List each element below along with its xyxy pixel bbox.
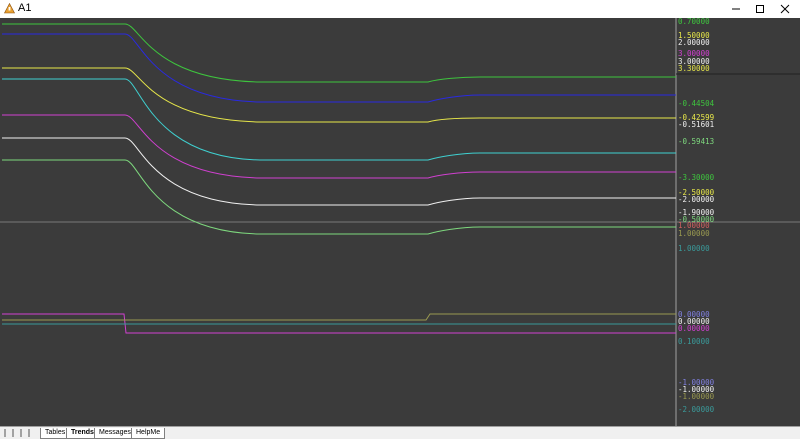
minimize-icon bbox=[732, 8, 740, 10]
axis-value-label: 0.00000 bbox=[678, 324, 710, 333]
axis-value-label: -0.44504 bbox=[678, 99, 715, 108]
axis-value-label: -0.59413 bbox=[678, 137, 715, 146]
axis-value-label: 3.30000 bbox=[678, 64, 710, 73]
trend-line bbox=[2, 78, 676, 161]
axis-value-label: -2.00000 bbox=[678, 405, 715, 414]
axis-value-label: 0.70000 bbox=[678, 17, 710, 26]
maximize-icon bbox=[756, 5, 764, 13]
axis-value-label: -1.00000 bbox=[678, 392, 715, 401]
close-button[interactable] bbox=[772, 0, 798, 18]
next-tab-icon[interactable] bbox=[20, 429, 26, 437]
trend-line bbox=[2, 114, 676, 179]
axis-value-label: -0.51601 bbox=[678, 120, 715, 129]
close-icon bbox=[780, 4, 790, 14]
trend-plot-area[interactable]: 0.70000 1.50000 2.00000 3.00000 3.00000 3.300… bbox=[0, 18, 800, 426]
axis-value-label: 1.00000 bbox=[678, 244, 710, 253]
axis-value-label: 2.00000 bbox=[678, 38, 710, 47]
series-group bbox=[2, 23, 676, 235]
tab-helpme[interactable]: HelpMe bbox=[131, 428, 166, 439]
maximize-button[interactable] bbox=[747, 0, 773, 18]
aux-traces bbox=[2, 313, 676, 334]
trend-line bbox=[2, 23, 676, 83]
digital-trace bbox=[2, 313, 676, 321]
axis-value-label: -3.30000 bbox=[678, 173, 715, 182]
trend-line bbox=[2, 159, 676, 235]
app-icon bbox=[4, 3, 15, 14]
first-tab-icon[interactable] bbox=[4, 429, 10, 437]
window-title: A1 bbox=[18, 2, 32, 14]
axis-value-label: -2.00000 bbox=[678, 195, 715, 204]
tab-messages[interactable]: Messages bbox=[94, 428, 136, 439]
prev-tab-icon[interactable] bbox=[12, 429, 18, 437]
axis-value-label: 0.10000 bbox=[678, 337, 710, 346]
last-tab-icon[interactable] bbox=[28, 429, 34, 437]
axis-value-label: 1.00000 bbox=[678, 229, 710, 238]
sheet-tab-bar: Tables Trends Messages HelpMe bbox=[0, 426, 800, 439]
minimize-button[interactable] bbox=[723, 0, 749, 18]
